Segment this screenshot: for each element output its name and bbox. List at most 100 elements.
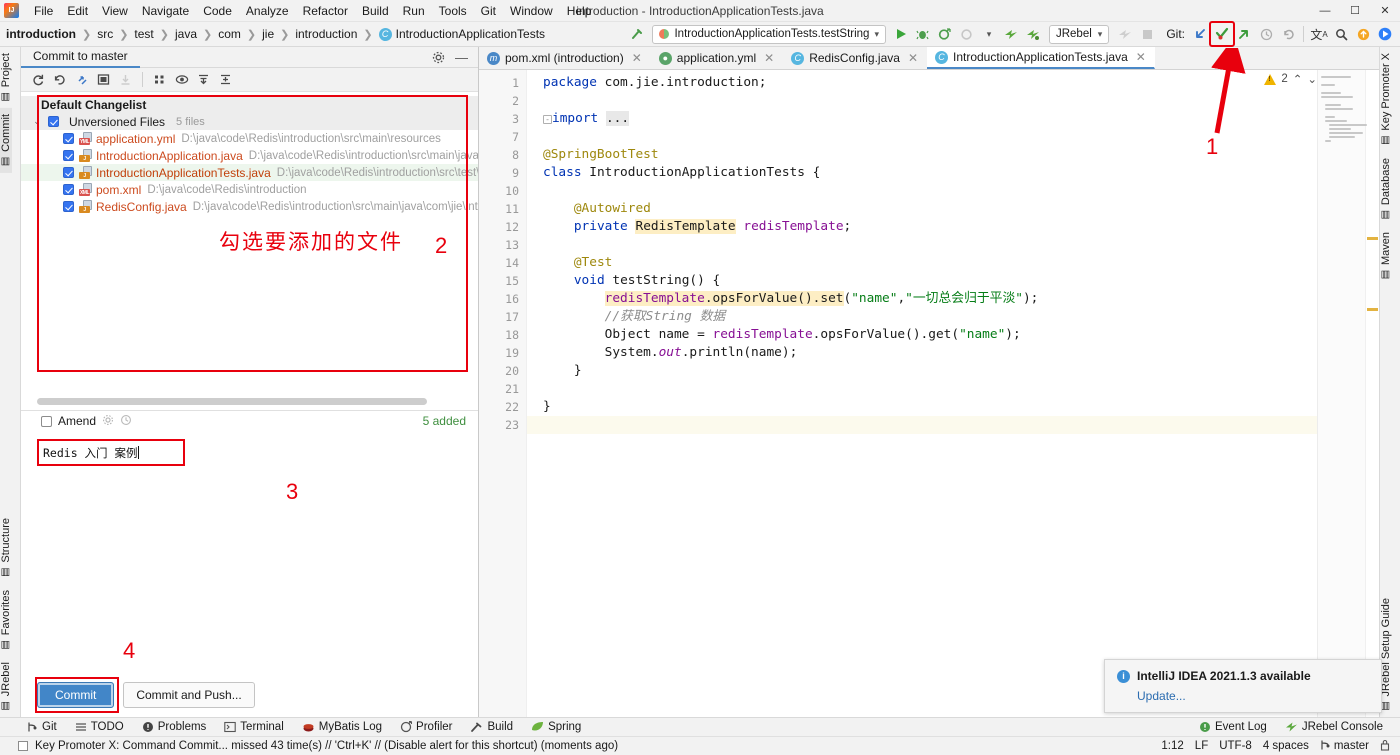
notification-balloon[interactable]: i IntelliJ IDEA 2021.1.3 available Updat… [1104,659,1382,713]
group-by-icon[interactable] [149,69,170,90]
breadcrumb[interactable]: introduction ❯ src ❯ test ❯ java ❯ com ❯ jie ❯ intro… [6,27,545,41]
tool-window-terminal[interactable]: Terminal [215,721,292,733]
prev-problem-button[interactable]: ⌃ [1293,72,1303,86]
tool-window-todo[interactable]: TODO [66,721,133,733]
amend-checkbox[interactable] [41,415,52,427]
breadcrumb-item-introduction[interactable]: introduction [295,27,357,41]
tool-strip-database[interactable]: ▤ Database [1380,152,1392,226]
tool-strip-jrebel[interactable]: ▤ JRebel [0,656,12,717]
code-line[interactable]: void testString() { [527,272,1365,290]
search-everywhere-icon[interactable] [1330,23,1352,45]
notification-icon[interactable] [1352,23,1374,45]
minimize-icon[interactable]: — [451,47,472,68]
code-line[interactable] [527,128,1365,146]
commit-icon[interactable] [1209,21,1235,47]
editor-minimap[interactable] [1317,70,1367,717]
file-checkbox[interactable] [63,150,74,161]
rollback-icon[interactable] [49,69,70,90]
menu-item-file[interactable]: File [27,2,60,20]
rollback-icon[interactable] [1277,23,1299,45]
commit-and-push-button[interactable]: Commit and Push... [123,682,255,708]
encoding[interactable]: UTF-8 [1219,740,1252,752]
close-icon[interactable]: ✕ [632,51,642,65]
menu-item-run[interactable]: Run [396,2,432,20]
code-line[interactable]: class IntroductionApplicationTests { [527,164,1365,182]
tool-window-problems[interactable]: Problems [133,721,216,733]
changes-horizontal-scrollbar[interactable] [37,397,468,406]
file-checkbox[interactable] [63,184,74,195]
status-widget-event-log[interactable]: Event Log [1190,721,1276,733]
code-line[interactable]: } [527,398,1365,416]
code-line[interactable]: private RedisTemplate redisTemplate; [527,218,1365,236]
breadcrumb-item-java[interactable]: java [175,27,197,41]
lock-icon[interactable] [1380,739,1390,754]
changed-file-row[interactable]: J IntroductionApplication.java D:\java\cod… [21,147,478,164]
gear-icon[interactable] [428,47,449,68]
code-line[interactable] [527,416,1365,434]
collapse-all-icon[interactable] [215,69,236,90]
diff-icon[interactable] [93,69,114,90]
tool-strip-favorites[interactable]: ▤ Favorites [0,584,12,656]
tool-strip-structure[interactable]: ▤ Structure [0,512,12,584]
editor-tab-redisconfig[interactable]: C RedisConfig.java ✕ [783,47,927,69]
changed-file-row[interactable]: J RedisConfig.java D:\java\code\Redis\intr… [21,198,478,215]
history-icon[interactable] [120,414,132,429]
code-line[interactable] [527,380,1365,398]
code-line[interactable] [527,236,1365,254]
code-line[interactable]: @Autowired [527,200,1365,218]
line-separator[interactable]: LF [1195,740,1208,752]
maximize-button[interactable]: ☐ [1340,0,1370,22]
changed-file-row[interactable]: XML pom.xml D:\java\code\Redis\introductio… [21,181,478,198]
jrebel-run-icon[interactable] [1000,23,1022,45]
minimize-button[interactable]: — [1310,0,1340,22]
editor-gutter[interactable]: 1 2 3 7 8 9 10 11 12 13 14 15 16 17 18 19 20 21 22 23 [479,70,538,717]
ide-icon[interactable] [1374,23,1396,45]
close-icon[interactable]: ✕ [908,51,918,65]
close-icon[interactable]: ✕ [764,51,774,65]
debug-icon[interactable] [912,23,934,45]
run-with-coverage-icon[interactable] [934,23,956,45]
run-icon[interactable] [890,23,912,45]
notification-update-link[interactable]: Update... [1137,689,1369,703]
profile-icon[interactable] [956,23,978,45]
menu-item-window[interactable]: Window [503,2,560,20]
unversioned-files-group[interactable]: ⌄ Unversioned Files 5 files [21,113,478,130]
code-line[interactable]: //获取String 数据 [527,308,1365,326]
code-line[interactable]: } [527,362,1365,380]
menu-item-tools[interactable]: Tools [432,2,474,20]
commit-to-master-tab[interactable]: Commit to master [21,47,140,68]
editor-tab-introductionapplicationtests[interactable]: C IntroductionApplicationTests.java ✕ [927,47,1155,69]
code-line[interactable] [527,92,1365,110]
status-checkbox[interactable] [18,741,28,751]
code-line[interactable]: @SpringBootTest [527,146,1365,164]
code-line[interactable]: redisTemplate.opsForValue().set("name","… [527,290,1365,308]
breadcrumb-item-src[interactable]: src [97,27,113,41]
indent-setting[interactable]: 4 spaces [1263,740,1309,752]
group-checkbox[interactable] [48,116,59,127]
jrebel-debug-icon[interactable] [1022,23,1044,45]
breadcrumb-item-introductionapplicationtests[interactable]: C IntroductionApplicationTests [378,27,545,41]
inspection-marker-bar[interactable] [1365,70,1379,717]
tool-strip-key-promoter-x[interactable]: ▤ Key Promoter X [1380,47,1392,152]
expand-all-icon[interactable] [193,69,214,90]
menu-item-refactor[interactable]: Refactor [296,2,355,20]
code-line[interactable]: package com.jie.introduction; [527,74,1365,92]
caret-position[interactable]: 1:12 [1161,740,1183,752]
code-line[interactable]: @Test [527,254,1365,272]
preview-icon[interactable] [171,69,192,90]
breadcrumb-item-jie[interactable]: jie [262,27,274,41]
commit-message-input[interactable]: Redis 入门 案例 [37,439,185,466]
tool-window-git[interactable]: Git [18,721,66,733]
refresh-icon[interactable] [27,69,48,90]
branch-widget[interactable]: master [1320,739,1369,754]
chevron-down-icon[interactable]: ▾ [978,23,1000,45]
commit-button[interactable]: Commit [37,682,115,708]
tool-window-spring[interactable]: Spring [522,721,590,733]
close-button[interactable]: ✕ [1370,0,1400,22]
file-checkbox[interactable] [63,201,74,212]
editor-tab-application[interactable]: ● application.yml ✕ [651,47,783,69]
tool-strip-maven[interactable]: ▤ Maven [1380,226,1392,286]
code-line[interactable]: System.out.println(name); [527,344,1365,362]
tool-window-build[interactable]: Build [461,721,522,733]
push-icon[interactable] [1233,23,1255,45]
